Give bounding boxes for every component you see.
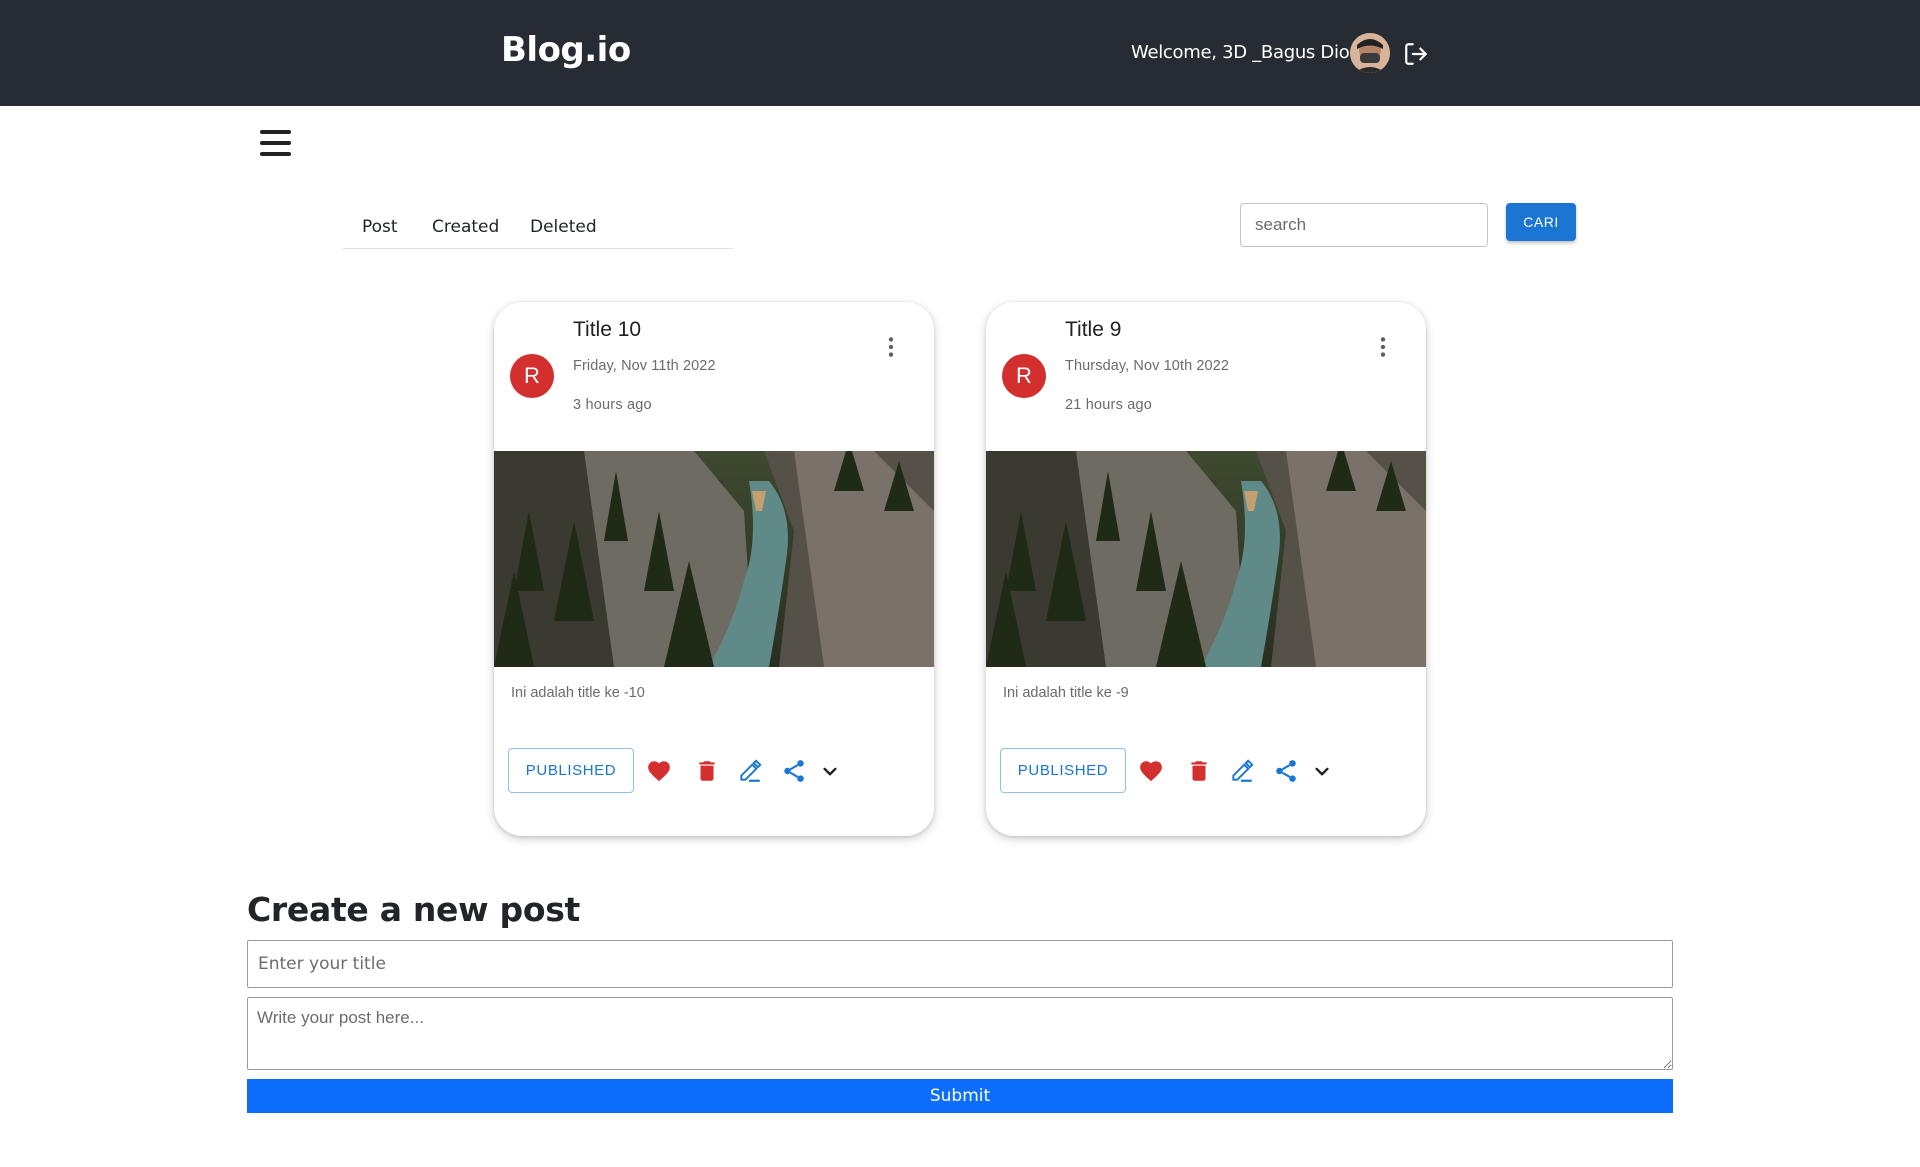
share-icon[interactable] — [1273, 758, 1299, 784]
more-vert-icon[interactable] — [878, 334, 904, 360]
share-icon[interactable] — [781, 758, 807, 784]
post-body: Ini adalah title ke -10 — [511, 685, 645, 701]
post-relative-time: 21 hours ago — [1065, 397, 1153, 413]
expand-more-icon[interactable] — [817, 758, 843, 784]
delete-icon[interactable] — [1186, 758, 1212, 784]
post-title: Title 9 — [1065, 318, 1122, 341]
status-button[interactable]: PUBLISHED — [508, 748, 634, 793]
post-date: Thursday, Nov 10th 2022 — [1065, 358, 1230, 374]
user-avatar-photo-icon — [1350, 33, 1390, 73]
status-button[interactable]: PUBLISHED — [1000, 748, 1126, 793]
edit-icon[interactable] — [1229, 758, 1255, 784]
post-image — [494, 441, 934, 667]
search-button[interactable]: CARI — [1506, 203, 1576, 241]
delete-icon[interactable] — [694, 758, 720, 784]
tab-deleted[interactable]: Deleted — [530, 217, 597, 237]
welcome-text: Welcome, 3D _Bagus Dio! — [1131, 42, 1357, 63]
brand-logo[interactable]: Blog.io — [501, 30, 631, 70]
expand-more-icon[interactable] — [1309, 758, 1335, 784]
post-relative-time: 3 hours ago — [573, 397, 652, 413]
search-input[interactable] — [1240, 203, 1488, 247]
edit-icon[interactable] — [737, 758, 763, 784]
hamburger-menu-icon[interactable] — [258, 128, 294, 158]
post-date: Friday, Nov 11th 2022 — [573, 358, 716, 374]
logout-icon[interactable] — [1403, 41, 1429, 67]
user-avatar[interactable] — [1350, 33, 1390, 73]
post-title: Title 10 — [573, 318, 642, 341]
author-avatar: R — [510, 354, 554, 398]
tab-created[interactable]: Created — [432, 217, 499, 237]
heart-icon[interactable] — [1138, 758, 1164, 784]
tab-post[interactable]: Post — [362, 217, 398, 237]
post-tabs: Post Created Deleted — [343, 210, 733, 249]
post-card: R Title 9 Thursday, Nov 10th 2022 21 hou… — [986, 302, 1426, 836]
top-navbar: Blog.io Welcome, 3D _Bagus Dio! — [0, 0, 1920, 106]
create-post-heading: Create a new post — [247, 890, 581, 929]
post-image — [986, 441, 1426, 667]
post-body-textarea[interactable] — [247, 997, 1673, 1070]
post-body: Ini adalah title ke -9 — [1003, 685, 1129, 701]
post-card: R Title 10 Friday, Nov 11th 2022 3 hours… — [494, 302, 934, 836]
more-vert-icon[interactable] — [1370, 334, 1396, 360]
post-title-input[interactable] — [247, 940, 1673, 988]
heart-icon[interactable] — [646, 758, 672, 784]
submit-button[interactable]: Submit — [247, 1079, 1673, 1113]
author-avatar: R — [1002, 354, 1046, 398]
